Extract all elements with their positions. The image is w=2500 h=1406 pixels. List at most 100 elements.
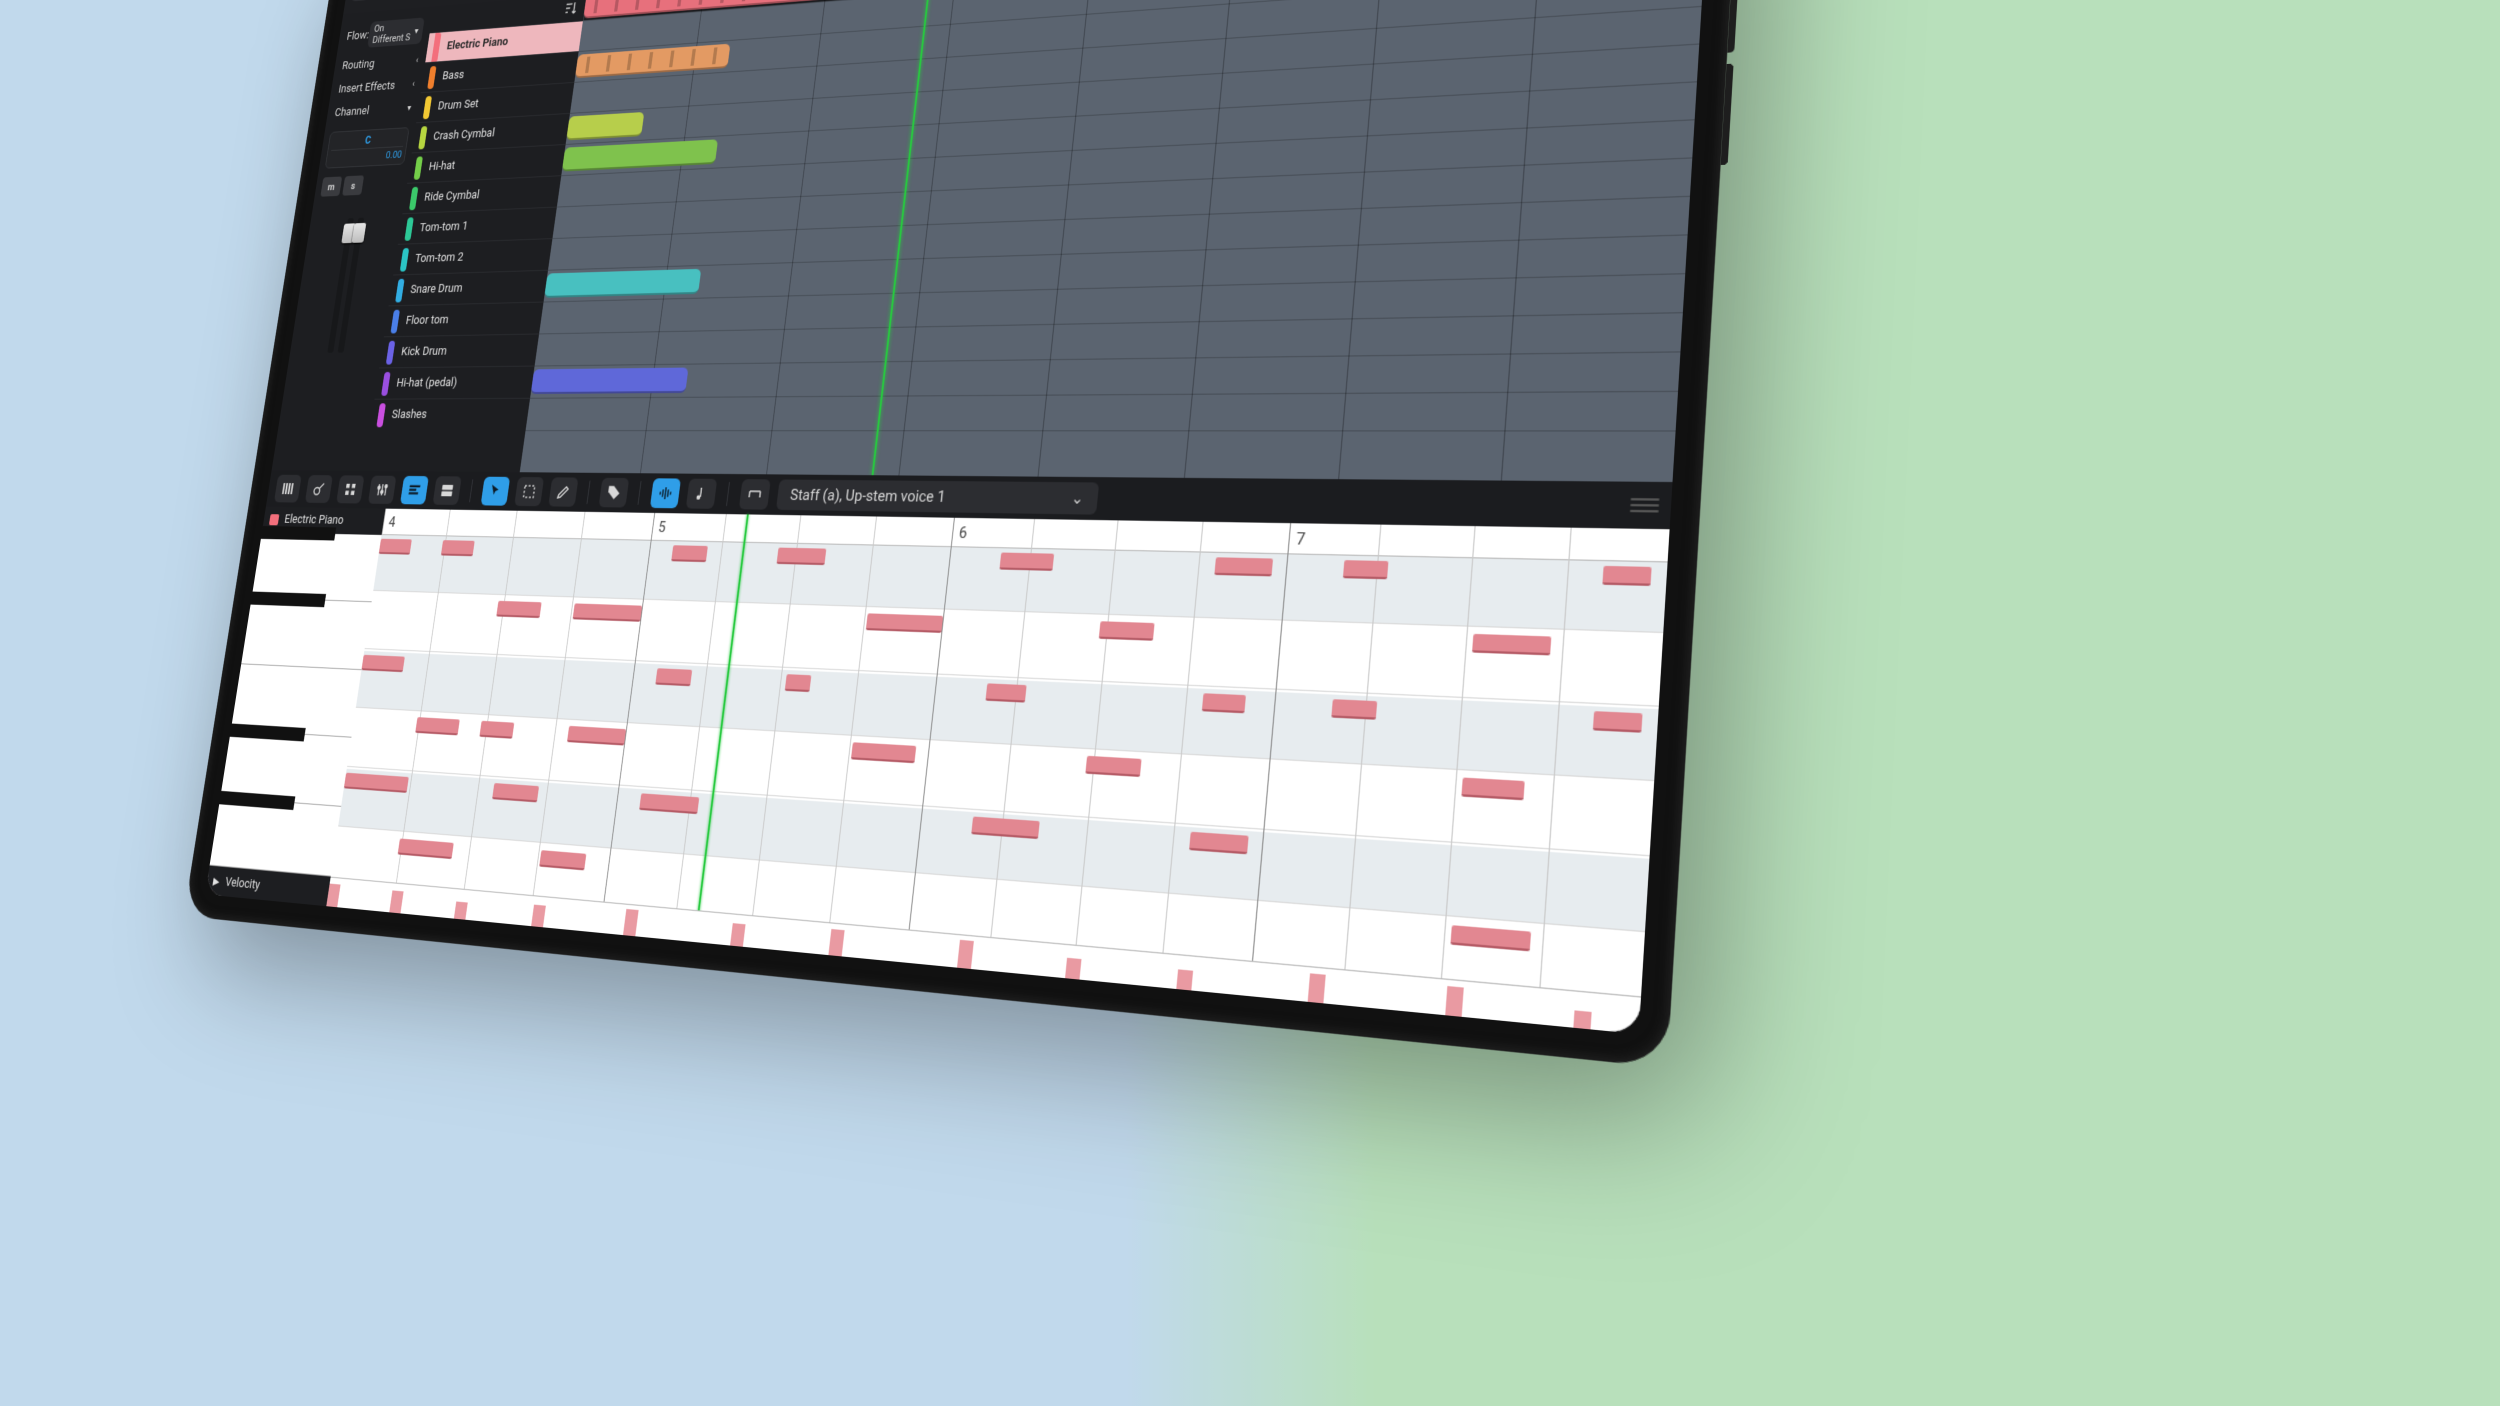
flow-label: Flow: <box>346 28 370 43</box>
flow-dropdown[interactable]: On Different S ▾ <box>367 17 425 47</box>
midi-note[interactable] <box>1602 566 1651 586</box>
track-color-swatch <box>414 156 423 180</box>
chevron-left-icon: ‹ <box>412 80 416 90</box>
chevron-down-icon: ▾ <box>414 26 419 36</box>
disclosure-triangle-icon[interactable]: ▶ <box>212 874 220 887</box>
midi-note[interactable] <box>1451 925 1531 951</box>
track-color-swatch <box>418 126 427 149</box>
velocity-bar[interactable] <box>1445 986 1464 1017</box>
track-name: Drum Set <box>437 97 480 113</box>
midi-note[interactable] <box>479 721 514 739</box>
grid-icon[interactable] <box>336 475 364 503</box>
tag-icon[interactable] <box>599 478 630 508</box>
velocity-bar[interactable] <box>1177 969 1194 990</box>
automation-icon[interactable] <box>433 476 462 505</box>
sort-icon[interactable] <box>562 0 580 17</box>
track-name: Snare Drum <box>409 282 463 297</box>
midi-note[interactable] <box>971 817 1039 840</box>
channel-fader[interactable] <box>296 216 396 353</box>
pointer-tool[interactable] <box>481 477 511 506</box>
velocity-bar[interactable] <box>389 890 403 913</box>
chevron-down-icon: ⌄ <box>1070 489 1084 508</box>
midi-note[interactable] <box>1462 778 1526 801</box>
velocity-bar[interactable] <box>828 929 844 957</box>
voice-dropdown[interactable]: Staff (a), Up-stem voice 1 ⌄ <box>776 479 1099 514</box>
track-name: Tom-tom 1 <box>419 219 469 235</box>
midi-note[interactable] <box>1472 634 1551 656</box>
midi-note[interactable] <box>1343 560 1389 579</box>
midi-note[interactable] <box>866 613 943 633</box>
notation-view-button[interactable] <box>686 479 717 509</box>
velocity-bar[interactable] <box>1065 958 1081 980</box>
marquee-tool[interactable] <box>514 477 544 506</box>
resize-handle[interactable] <box>1630 498 1660 512</box>
velocity-bar[interactable] <box>531 905 546 928</box>
track-name: Kick Drum <box>400 344 448 359</box>
midi-note[interactable] <box>785 674 811 692</box>
midi-note[interactable] <box>361 655 405 672</box>
track-color-swatch <box>431 32 441 62</box>
pedal-icon[interactable] <box>739 479 771 510</box>
midi-note[interactable] <box>1202 693 1246 713</box>
track-name: Tom-tom 2 <box>414 250 464 265</box>
track-name: Ride Cymbal <box>423 188 480 204</box>
track-row[interactable]: Tom-tom 2 <box>393 238 552 274</box>
draw-tool[interactable] <box>548 477 578 506</box>
piano-keys-icon[interactable] <box>274 475 302 503</box>
midi-note[interactable] <box>655 668 692 686</box>
midi-note[interactable] <box>379 539 412 555</box>
midi-note[interactable] <box>1215 557 1273 576</box>
channel-mute-button[interactable]: m <box>320 176 342 196</box>
velocity-bar[interactable] <box>623 909 639 936</box>
arrangement-timeline[interactable]: 123 <box>520 0 1709 482</box>
channel-solo-button[interactable]: s <box>342 175 364 195</box>
channel-value: 0.00 <box>329 146 403 164</box>
audio-view-button[interactable] <box>650 478 681 508</box>
track-row[interactable]: Floor tom <box>384 302 544 337</box>
velocity-bar[interactable] <box>1573 1010 1591 1029</box>
back-button[interactable]: ‹ <box>351 0 371 2</box>
midi-note[interactable] <box>776 548 826 566</box>
midi-note[interactable] <box>1085 756 1142 777</box>
track-row[interactable]: Kick Drum <box>379 333 539 367</box>
track-color-swatch <box>400 247 410 271</box>
piano-roll-grid[interactable]: 4567 <box>326 509 1669 1035</box>
guitar-icon[interactable] <box>305 475 333 503</box>
midi-note[interactable] <box>1592 711 1642 733</box>
clip[interactable] <box>566 112 645 140</box>
midi-note[interactable] <box>1099 621 1155 641</box>
midi-note[interactable] <box>1332 699 1378 720</box>
midi-note[interactable] <box>1189 832 1248 855</box>
midi-note[interactable] <box>671 545 708 562</box>
track-color-swatch <box>395 278 405 302</box>
chevron-down-icon: ▾ <box>407 103 412 113</box>
track-row[interactable]: Hi-hat (pedal) <box>375 366 535 399</box>
track-color-swatch <box>404 217 414 241</box>
mixer-icon[interactable] <box>368 476 397 504</box>
channel-readout: C 0.00 <box>325 127 410 169</box>
midi-note[interactable] <box>986 684 1027 703</box>
channel-section[interactable]: Channel ▾ <box>332 96 415 125</box>
voice-label: Staff (a), Up-stem voice 1 <box>789 486 946 506</box>
track-color-swatch <box>376 403 386 427</box>
midi-note[interactable] <box>573 604 643 622</box>
velocity-bar[interactable] <box>1308 973 1326 1003</box>
midi-note[interactable] <box>496 601 542 618</box>
velocity-bar[interactable] <box>730 923 746 947</box>
clip[interactable] <box>531 368 689 394</box>
midi-note[interactable] <box>415 717 460 735</box>
midi-note[interactable] <box>1000 553 1054 571</box>
bar-number: 7 <box>1287 523 1669 561</box>
track-name: Bass <box>441 68 465 83</box>
velocity-bar[interactable] <box>454 901 468 919</box>
velocity-lane[interactable] <box>326 877 1641 1035</box>
track-row[interactable]: Snare Drum <box>389 270 548 306</box>
clip[interactable] <box>544 269 701 298</box>
velocity-bar[interactable] <box>957 940 974 969</box>
midi-note[interactable] <box>441 540 475 556</box>
velocity-bar[interactable] <box>326 884 340 908</box>
track-row[interactable]: Slashes <box>370 398 530 430</box>
track-color-swatch <box>269 514 280 525</box>
midi-note[interactable] <box>851 743 916 764</box>
piano-roll-button[interactable] <box>400 476 429 505</box>
